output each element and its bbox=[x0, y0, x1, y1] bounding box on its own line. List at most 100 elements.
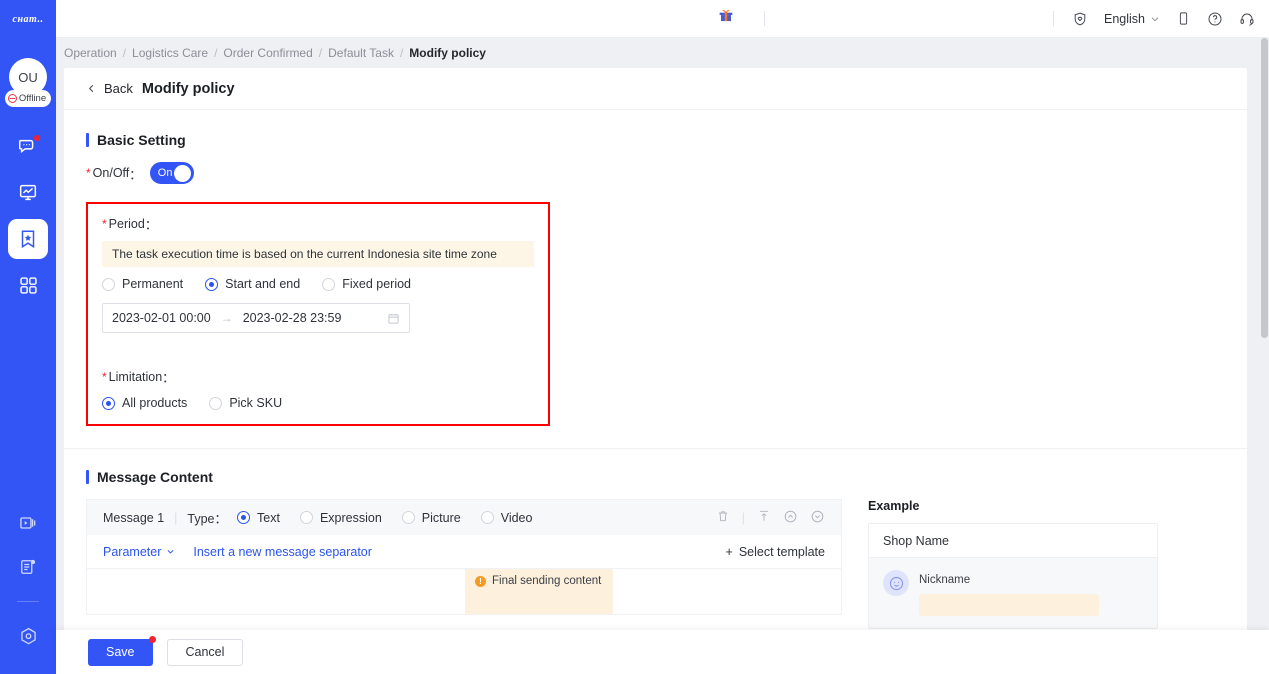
radio-label: Video bbox=[500, 510, 533, 525]
offline-icon bbox=[7, 94, 17, 103]
onoff-label: On/Off bbox=[92, 166, 130, 180]
sidebar-nav bbox=[8, 127, 48, 305]
form-content: Basic Setting * On/Off ： On * Period ： T… bbox=[64, 110, 1247, 629]
toolbar-divider: | bbox=[741, 510, 745, 525]
status-badge[interactable]: Offline bbox=[4, 90, 52, 107]
period-radio-group: Permanent Start and end Fixed period bbox=[102, 277, 534, 291]
date-range-picker[interactable]: 2023-02-01 00:00 → 2023-02-28 23:59 bbox=[102, 303, 410, 333]
calendar-icon[interactable] bbox=[387, 312, 400, 325]
delete-icon[interactable] bbox=[716, 509, 730, 526]
message-editor-body[interactable]: ! Final sending content bbox=[86, 569, 842, 615]
vertical-scrollbar[interactable] bbox=[1260, 38, 1269, 674]
insert-message-separator-link[interactable]: Insert a new message separator bbox=[193, 545, 372, 559]
radio-permanent[interactable]: Permanent bbox=[102, 277, 183, 291]
question-circle-icon[interactable] bbox=[1207, 11, 1223, 27]
radio-all-products[interactable]: All products bbox=[102, 396, 187, 410]
message-editor-panel: Message 1 | Type： Text Expression Pictur… bbox=[86, 499, 842, 629]
monitor-chart-icon bbox=[19, 184, 37, 201]
radio-dot bbox=[209, 396, 223, 410]
radio-type-expression[interactable]: Expression bbox=[299, 511, 382, 525]
final-sending-content-text: Final sending content bbox=[492, 575, 602, 587]
sidebar-bottom-nav bbox=[0, 503, 56, 656]
breadcrumb-item-1[interactable]: Logistics Care bbox=[132, 46, 208, 60]
example-panel: Example Shop Name Nickname bbox=[868, 499, 1158, 629]
back-label: Back bbox=[104, 81, 133, 96]
example-card: Shop Name Nickname bbox=[868, 523, 1158, 629]
section-accent-bar bbox=[86, 470, 89, 484]
language-selector[interactable]: English bbox=[1104, 12, 1160, 26]
page-header: Back Modify policy bbox=[64, 68, 1247, 110]
cancel-button[interactable]: Cancel bbox=[166, 638, 244, 666]
radio-pick-sku[interactable]: Pick SKU bbox=[209, 396, 282, 410]
breadcrumb: Operation / Logistics Care / Order Confi… bbox=[56, 38, 1269, 68]
select-template-button[interactable]: + Select template bbox=[726, 545, 825, 559]
breadcrumb-item-current: Modify policy bbox=[409, 46, 486, 60]
action-footer: Save Cancel bbox=[56, 630, 1269, 674]
message-area: Message 1 | Type： Text Expression Pictur… bbox=[86, 499, 1225, 629]
sidebar-item-settings[interactable] bbox=[8, 616, 48, 656]
example-title: Example bbox=[868, 499, 920, 513]
sidebar-item-analytics[interactable] bbox=[8, 173, 48, 213]
section-message-content: Message Content bbox=[86, 469, 1225, 485]
sidebar-item-apps[interactable] bbox=[8, 265, 48, 305]
headset-icon[interactable] bbox=[1239, 11, 1255, 27]
brand-logo[interactable]: cнaт.. bbox=[0, 0, 56, 38]
section-title-text: Message Content bbox=[97, 469, 213, 485]
onoff-toggle[interactable]: On bbox=[149, 162, 194, 184]
start-date-input[interactable]: 2023-02-01 00:00 bbox=[112, 311, 211, 325]
section-title-text: Basic Setting bbox=[97, 132, 186, 148]
radio-label: Picture bbox=[421, 510, 461, 525]
hexagon-settings-icon bbox=[20, 627, 36, 644]
main-area: English Operation / Logistics Care / Ord… bbox=[56, 0, 1269, 674]
radio-dot-selected bbox=[102, 396, 115, 410]
vertical-scrollbar-thumb[interactable] bbox=[1261, 38, 1268, 338]
radio-type-video[interactable]: Video bbox=[480, 510, 533, 525]
range-arrow: → bbox=[220, 311, 233, 325]
parameter-dropdown[interactable]: Parameter bbox=[103, 545, 175, 559]
required-mark: * bbox=[86, 166, 91, 180]
radio-dot bbox=[102, 277, 115, 291]
page-title: Modify policy bbox=[141, 80, 235, 97]
end-date-input[interactable]: 2023-02-28 23:59 bbox=[243, 311, 342, 325]
sidebar-item-docs[interactable] bbox=[8, 547, 48, 587]
shield-heart-icon[interactable] bbox=[1072, 11, 1088, 27]
sidebar: cнaт.. OU Offline bbox=[0, 0, 56, 674]
radio-label: Text bbox=[257, 510, 280, 525]
message-toolbar-icons: | bbox=[716, 509, 825, 527]
chevron-down-icon bbox=[167, 550, 174, 554]
move-down-icon[interactable] bbox=[810, 509, 825, 527]
video-play-icon bbox=[20, 517, 36, 529]
radio-fixed-period[interactable]: Fixed period bbox=[322, 277, 411, 291]
breadcrumb-item-0[interactable]: Operation bbox=[64, 46, 117, 60]
radio-dot bbox=[480, 511, 494, 524]
insert-top-icon[interactable] bbox=[757, 509, 771, 526]
radio-start-and-end[interactable]: Start and end bbox=[205, 277, 300, 291]
grid-apps-icon bbox=[19, 276, 37, 294]
example-nickname: Nickname bbox=[919, 574, 971, 586]
required-mark: * bbox=[102, 216, 107, 231]
label-colon: ： bbox=[129, 167, 142, 182]
radio-type-text[interactable]: Text bbox=[237, 511, 280, 525]
radio-dot bbox=[322, 277, 336, 291]
sidebar-item-chat[interactable] bbox=[8, 127, 48, 167]
breadcrumb-item-2[interactable]: Order Confirmed bbox=[223, 46, 312, 60]
breadcrumb-separator: / bbox=[399, 46, 404, 60]
radio-type-picture[interactable]: Picture bbox=[401, 510, 461, 525]
topbar-divider-1 bbox=[764, 11, 765, 26]
limitation-radio-group: All products Pick SKU bbox=[102, 396, 534, 410]
sidebar-item-marketing[interactable] bbox=[8, 219, 48, 259]
back-button[interactable]: Back bbox=[86, 81, 133, 96]
language-label: English bbox=[1104, 11, 1145, 26]
breadcrumb-separator: / bbox=[122, 46, 127, 60]
save-button[interactable]: Save bbox=[88, 635, 156, 666]
user-profile[interactable]: OU Offline bbox=[4, 58, 52, 107]
message-header: Message 1 | Type： Text Expression Pictur… bbox=[86, 499, 842, 535]
move-up-icon[interactable] bbox=[783, 509, 798, 527]
breadcrumb-item-3[interactable]: Default Task bbox=[328, 46, 394, 60]
mobile-phone-icon[interactable] bbox=[1176, 11, 1191, 26]
sidebar-item-video[interactable] bbox=[8, 503, 48, 543]
radio-dot-selected bbox=[205, 277, 219, 291]
gift-icon[interactable] bbox=[718, 8, 734, 29]
status-label: Offline bbox=[18, 93, 47, 104]
